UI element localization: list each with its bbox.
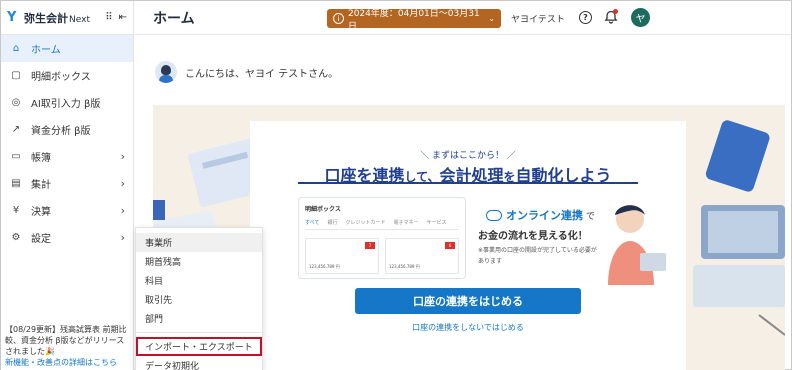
preview-tab: クレジットカード bbox=[345, 220, 386, 226]
sidebar-item-meisai-box[interactable]: ▢ 明細ボックス bbox=[1, 62, 133, 89]
cloud-icon bbox=[486, 209, 502, 221]
chevron-right-icon: › bbox=[120, 204, 125, 217]
eye-icon: ◎ bbox=[11, 97, 21, 108]
app-grid-icon[interactable]: ⠿ bbox=[105, 12, 112, 23]
sidebar-item-label: 集計 bbox=[31, 180, 51, 191]
chevron-right-icon: › bbox=[120, 150, 125, 163]
preview-amount: 123,456,789 円 bbox=[309, 264, 340, 269]
yayoi-logo-icon: Y bbox=[7, 9, 17, 25]
ledger-icon: ▤ bbox=[11, 178, 21, 189]
flow-visual-text: お金の流れを見える化！ bbox=[478, 231, 588, 242]
menu-item-office[interactable]: 事業所 bbox=[136, 233, 262, 252]
sidebar-item-label: 資金分析 β版 bbox=[31, 126, 91, 137]
preview-badge: 7 bbox=[365, 242, 375, 249]
sidebar-item-closing[interactable]: ¥ 決算 › bbox=[1, 197, 133, 224]
notification-dot bbox=[613, 9, 618, 14]
menu-item-data-reset[interactable]: データ初期化 bbox=[136, 356, 262, 370]
chevron-right-icon: › bbox=[120, 177, 125, 190]
greeting-text: こんにちは、ヤヨイ テストさん。 bbox=[185, 68, 339, 80]
account-note: ※事業用の口座の開設が完了している必要があります bbox=[478, 247, 597, 265]
menu-item-opening-balance[interactable]: 期首残高 bbox=[136, 252, 262, 271]
chevron-down-icon: ⌄ bbox=[488, 14, 495, 23]
sidebar: Y 弥生会計Next ⠿ ⇤ ⌂ ホーム ▢ 明細ボックス ◎ AI取引入力 β… bbox=[1, 1, 134, 370]
fiscal-year-label: 2024年度：04月01日〜03月31日 bbox=[347, 8, 480, 32]
hero-underline bbox=[298, 182, 638, 184]
start-without-link[interactable]: 口座の連携をしないではじめる bbox=[250, 322, 686, 333]
menu-item-clients[interactable]: 取引先 bbox=[136, 290, 262, 309]
sidebar-item-label: 設定 bbox=[31, 234, 51, 245]
sidebar-item-label: ホーム bbox=[31, 45, 61, 56]
preview-title: 明細ボックス bbox=[305, 206, 341, 213]
preview-tabs: すべて 銀行 クレジットカード 電子マネー サービス bbox=[305, 219, 459, 230]
collapse-sidebar-icon[interactable]: ⇤ bbox=[119, 12, 127, 23]
news-more-link[interactable]: 新機能・改善点の詳細はこちら bbox=[5, 358, 117, 367]
sidebar-item-books[interactable]: ▭ 帳簿 › bbox=[1, 143, 133, 170]
info-icon: i bbox=[333, 13, 344, 24]
person-with-laptop-illustration bbox=[608, 205, 666, 285]
banner-card: ＼ まずはここから！ ／ 口座を連携して、会計処理を自動化しよう 明細ボックス … bbox=[250, 121, 686, 370]
preview-tab: サービス bbox=[426, 220, 447, 226]
preview-tab: 銀行 bbox=[327, 220, 338, 226]
logo-row: Y 弥生会計Next ⠿ ⇤ bbox=[1, 1, 133, 35]
preview-card: 6 123,456,789 円 bbox=[385, 238, 459, 274]
sidebar-item-fund-analysis[interactable]: ↗ 資金分析 β版 bbox=[1, 116, 133, 143]
preview-tab: 電子マネー bbox=[393, 220, 419, 226]
preview-amount: 123,456,789 円 bbox=[389, 264, 420, 269]
yen-icon: ¥ bbox=[12, 205, 20, 216]
sidebar-item-label: 決算 bbox=[31, 207, 51, 218]
home-icon: ⌂ bbox=[12, 43, 20, 54]
sidebar-item-settings[interactable]: ⚙ 設定 › bbox=[1, 224, 133, 251]
assistant-avatar-icon bbox=[155, 61, 177, 83]
settings-submenu: 事業所 期首残高 科目 取引先 部門 インポート・エクスポート データ初期化 bbox=[135, 227, 263, 370]
online-link-label: オンライン連携で bbox=[486, 207, 595, 223]
menu-item-departments[interactable]: 部門 bbox=[136, 309, 262, 328]
greeting: こんにちは、ヤヨイ テストさん。 bbox=[155, 61, 338, 83]
sidebar-item-label: AI取引入力 β版 bbox=[31, 99, 101, 110]
preview-tab: すべて bbox=[305, 220, 320, 226]
sidebar-item-ai-input[interactable]: ◎ AI取引入力 β版 bbox=[1, 89, 133, 116]
fiscal-year-dropdown[interactable]: i 2024年度：04月01日〜03月31日 ⌄ bbox=[327, 9, 501, 32]
meisai-box-preview: 明細ボックス すべて 銀行 クレジットカード 電子マネー サービス 7 123,… bbox=[298, 197, 466, 279]
start-account-link-button[interactable]: 口座の連携をはじめる bbox=[355, 288, 581, 314]
app-name: 弥生会計Next bbox=[24, 11, 90, 25]
news-notice: 【08/29更新】残高試算表 前期比較、資金分析 β版などがリリースされました🎉… bbox=[5, 324, 131, 368]
chevron-right-icon: › bbox=[120, 231, 125, 244]
sidebar-item-home[interactable]: ⌂ ホーム bbox=[1, 35, 133, 62]
page-title: ホーム bbox=[153, 10, 195, 27]
preview-badge: 6 bbox=[445, 242, 455, 249]
hero-subtitle: ＼ まずはここから！ ／ bbox=[420, 151, 516, 161]
menu-divider bbox=[136, 332, 262, 333]
menu-item-accounts[interactable]: 科目 bbox=[136, 271, 262, 290]
sidebar-nav: ⌂ ホーム ▢ 明細ボックス ◎ AI取引入力 β版 ↗ 資金分析 β版 ▭ 帳… bbox=[1, 35, 133, 251]
help-icon[interactable]: ? bbox=[579, 11, 592, 24]
gear-icon: ⚙ bbox=[11, 232, 21, 243]
avatar[interactable]: ヤ bbox=[631, 8, 650, 27]
sidebar-item-label: 帳簿 bbox=[31, 153, 51, 164]
user-name[interactable]: ヤヨイテスト bbox=[511, 12, 565, 25]
news-text: 【08/29更新】残高試算表 前期比較、資金分析 β版などがリリースされました🎉 bbox=[5, 325, 127, 356]
menu-item-import-export[interactable]: インポート・エクスポート bbox=[136, 337, 262, 356]
preview-card: 7 123,456,789 円 bbox=[305, 238, 379, 274]
box-icon: ▢ bbox=[11, 70, 21, 81]
sidebar-item-label: 明細ボックス bbox=[31, 72, 91, 83]
book-icon: ▭ bbox=[11, 151, 21, 162]
sidebar-item-summary[interactable]: ▤ 集計 › bbox=[1, 170, 133, 197]
chart-icon: ↗ bbox=[11, 124, 21, 135]
